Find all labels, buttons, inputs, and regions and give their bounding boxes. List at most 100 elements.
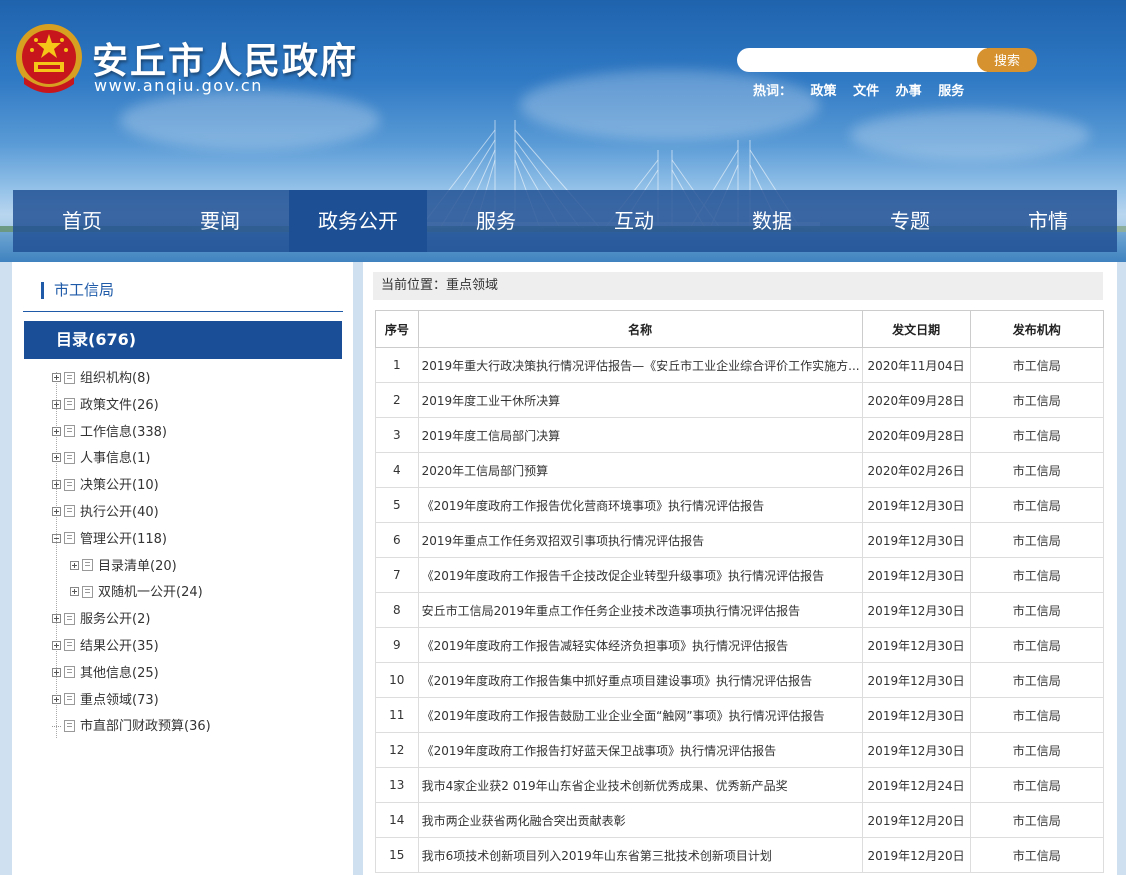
document-link[interactable]: 《2019年度政府工作报告打好蓝天保卫战事项》执行情况评估报告 [422, 744, 777, 758]
nav-topics[interactable]: 专题 [841, 190, 979, 252]
cell-name: 《2019年度政府工作报告千企技改促企业转型升级事项》执行情况评估报告 [417, 557, 863, 593]
tree-item[interactable]: 政策文件(26) [52, 395, 211, 422]
document-link[interactable]: 《2019年度政府工作报告鼓励工业企业全面“触网”事项》执行情况评估报告 [422, 709, 825, 723]
tree-item-label[interactable]: 目录清单(20) [98, 559, 177, 574]
site-header: 安丘市人民政府 www.anqiu.gov.cn 搜索 热词： 政策 文件 办事… [0, 0, 1126, 262]
tree-item[interactable]: 组织机构(8) [52, 368, 211, 395]
tree-item[interactable]: 其他信息(25) [52, 663, 211, 690]
site-url: www.anqiu.gov.cn [94, 76, 263, 95]
hotword-link[interactable]: 服务 [938, 84, 964, 99]
tree-item-label[interactable]: 组织机构(8) [80, 371, 150, 386]
expand-icon[interactable] [52, 640, 61, 650]
tree-item-label[interactable]: 执行公开(40) [80, 505, 159, 520]
cell-index: 8 [375, 592, 419, 628]
table-row: 9 《2019年度政府工作报告减轻实体经济负担事项》执行情况评估报告 2019年12… [375, 627, 1105, 663]
expand-icon[interactable] [70, 587, 79, 597]
cell-date: 2019年12月20日 [861, 837, 971, 873]
expand-icon[interactable] [70, 560, 79, 570]
nav-home[interactable]: 首页 [13, 190, 151, 252]
document-link[interactable]: 我市6项技术创新项目列入2019年山东省第三批技术创新项目计划 [422, 849, 772, 863]
tree-item[interactable]: 双随机一公开(24) [52, 582, 211, 609]
cell-name: 我市4家企业获2 019年山东省企业技术创新优秀成果、优秀新产品奖 [417, 767, 863, 803]
tree-item-label[interactable]: 政策文件(26) [80, 398, 159, 413]
cell-date: 2019年12月30日 [861, 487, 971, 523]
document-link[interactable]: 安丘市工信局2019年重点工作任务企业技术改造事项执行情况评估报告 [422, 604, 801, 618]
tree-item[interactable]: 工作信息(338) [52, 422, 211, 449]
nav-data[interactable]: 数据 [703, 190, 841, 252]
document-link[interactable]: 《2019年度政府工作报告优化营商环境事项》执行情况评估报告 [422, 499, 765, 513]
expand-icon[interactable] [52, 614, 61, 624]
cell-date: 2019年12月30日 [861, 557, 971, 593]
nav-gov-affairs[interactable]: 政务公开 [289, 190, 427, 252]
document-link[interactable]: 2019年度工信局部门决算 [422, 429, 561, 443]
content-area: 市工信局 目录(676) 组织机构(8) 政策文件(26) 工作信息(338) 人事信… [0, 262, 1126, 875]
document-icon [64, 478, 75, 491]
hotword-link[interactable]: 政策 [811, 84, 837, 99]
tree-item-label[interactable]: 其他信息(25) [80, 666, 159, 681]
tree-item[interactable]: 执行公开(40) [52, 502, 211, 529]
document-link[interactable]: 《2019年度政府工作报告减轻实体经济负担事项》执行情况评估报告 [422, 639, 789, 653]
document-link[interactable]: 我市4家企业获2 019年山东省企业技术创新优秀成果、优秀新产品奖 [422, 779, 788, 793]
cell-org: 市工信局 [969, 662, 1105, 698]
expand-icon[interactable] [52, 399, 61, 409]
tree-item-label[interactable]: 重点领域(73) [80, 693, 159, 708]
tree-item[interactable]: 人事信息(1) [52, 448, 211, 475]
tree-item[interactable]: 服务公开(2) [52, 609, 211, 636]
tree-item[interactable]: 结果公开(35) [52, 636, 211, 663]
hotwords-bar: 热词： 政策 文件 办事 服务 [753, 80, 976, 99]
cell-org: 市工信局 [969, 732, 1105, 768]
cell-date: 2019年12月30日 [861, 697, 971, 733]
cell-date: 2020年09月28日 [861, 382, 971, 418]
nav-interaction[interactable]: 互动 [565, 190, 703, 252]
document-link[interactable]: 2020年工信局部门预算 [422, 464, 549, 478]
catalog-tree: 组织机构(8) 政策文件(26) 工作信息(338) 人事信息(1) 决策公开(10) 执… [52, 368, 211, 743]
tree-item-label[interactable]: 市直部门财政预算(36) [80, 719, 211, 734]
tree-item-label[interactable]: 服务公开(2) [80, 612, 150, 627]
cell-name: 《2019年度政府工作报告鼓励工业企业全面“触网”事项》执行情况评估报告 [417, 697, 863, 733]
expand-icon[interactable] [52, 373, 61, 382]
tree-item[interactable]: 目录清单(20) [52, 556, 211, 583]
catalog-header[interactable]: 目录(676) [24, 321, 342, 359]
tree-item[interactable]: 决策公开(10) [52, 475, 211, 502]
document-link[interactable]: 《2019年度政府工作报告千企技改促企业转型升级事项》执行情况评估报告 [422, 569, 825, 583]
cell-name: 我市两企业获省两化融合突出贡献表彰 [417, 802, 863, 838]
tree-item-label[interactable]: 决策公开(10) [80, 478, 159, 493]
dept-title[interactable]: 市工信局 [41, 282, 114, 299]
expand-icon[interactable] [52, 667, 61, 677]
hotword-link[interactable]: 办事 [896, 84, 922, 99]
tree-item-label[interactable]: 工作信息(338) [80, 425, 167, 440]
document-link[interactable]: 我市两企业获省两化融合突出贡献表彰 [422, 814, 626, 828]
document-link[interactable]: 2019年重点工作任务双招双引事项执行情况评估报告 [422, 534, 705, 548]
tree-item-label[interactable]: 双随机一公开(24) [98, 585, 203, 600]
nav-news[interactable]: 要闻 [151, 190, 289, 252]
tree-item-label[interactable]: 人事信息(1) [80, 451, 150, 466]
document-table: 序号 名称 发文日期 发布机构 1 2019年重大行政决策执行情况评估报告—《安丘… [375, 310, 1105, 873]
collapse-icon[interactable] [52, 533, 61, 543]
document-link[interactable]: 《2019年度政府工作报告集中抓好重点项目建设事项》执行情况评估报告 [422, 674, 813, 688]
search-button[interactable]: 搜索 [977, 48, 1037, 72]
expand-icon[interactable] [52, 480, 61, 490]
tree-item-label[interactable]: 结果公开(35) [80, 639, 159, 654]
table-row: 12 《2019年度政府工作报告打好蓝天保卫战事项》执行情况评估报告 2019年12… [375, 732, 1105, 768]
expand-icon[interactable] [52, 694, 61, 704]
hotword-link[interactable]: 文件 [853, 84, 879, 99]
search-input[interactable] [737, 48, 987, 72]
tree-item-label[interactable]: 管理公开(118) [80, 532, 167, 547]
tree-item[interactable]: 市直部门财政预算(36) [52, 716, 211, 743]
expand-icon[interactable] [52, 453, 61, 463]
nav-city-info[interactable]: 市情 [979, 190, 1117, 252]
expand-icon[interactable] [52, 506, 61, 516]
tree-item[interactable]: 管理公开(118) [52, 529, 211, 556]
table-row: 6 2019年重点工作任务双招双引事项执行情况评估报告 2019年12月30日 市工信… [375, 522, 1105, 558]
cell-name: 《2019年度政府工作报告减轻实体经济负担事项》执行情况评估报告 [417, 627, 863, 663]
col-header-date: 发文日期 [861, 310, 971, 348]
main-panel: 当前位置：重点领域 序号 名称 发文日期 发布机构 1 2019年重大行政决策执行… [363, 262, 1117, 875]
nav-service[interactable]: 服务 [427, 190, 565, 252]
tree-item[interactable]: 重点领域(73) [52, 690, 211, 717]
expand-icon[interactable] [52, 426, 61, 436]
document-link[interactable]: 2019年重大行政决策执行情况评估报告—《安丘市工业企业综合评价工作实施方... [422, 359, 860, 373]
document-link[interactable]: 2019年度工业干休所决算 [422, 394, 561, 408]
col-header-index: 序号 [375, 310, 419, 348]
document-icon [82, 559, 93, 572]
cell-date: 2019年12月30日 [861, 732, 971, 768]
